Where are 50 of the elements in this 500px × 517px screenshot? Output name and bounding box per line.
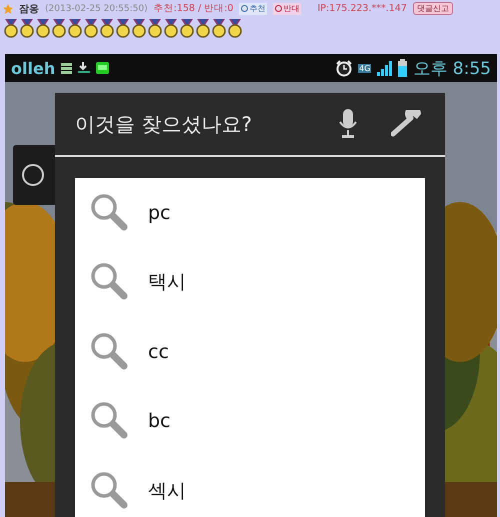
download-icon [78,62,90,74]
search-icon [90,262,130,302]
clock-time: 오후 8:55 [413,58,491,80]
search-icon [19,161,47,189]
medal-icon [131,18,147,38]
recommend-button[interactable]: 추천 [239,2,268,14]
oppose-button[interactable]: 반대 [273,2,302,14]
carrier-name: olleh [11,58,56,78]
alarm-clock-icon [336,60,352,76]
medal-icon [211,18,227,38]
medal-icon [51,18,67,38]
suggestion-text: pc [148,202,171,224]
search-icon [90,332,130,372]
medal-icon [83,18,99,38]
timestamp: (2013-02-25 20:55:50) [45,4,148,14]
medal-icon [99,18,115,38]
suggestion-text: bc [148,410,171,432]
medal-icon [19,18,35,38]
keyboard-icon [96,62,110,74]
suggestion-text: 섹시 [148,478,186,504]
star-icon [3,4,13,14]
battery-icon [398,59,408,77]
dialog-title: 이것을 찾으셨나요? [75,110,253,138]
medal-icon [67,18,83,38]
suggestion-item[interactable]: 택시 [75,248,425,317]
report-button[interactable]: 댓글신고 [412,2,453,15]
suggestion-item[interactable]: 섹시 [75,456,425,517]
medal-icon [35,18,51,38]
search-icon [90,192,130,233]
medal-icon [179,18,195,38]
network-badge: 4G [358,64,372,72]
medal-icon [3,18,19,38]
suggestion-text: 택시 [148,270,186,296]
suggestion-item[interactable]: cc [75,317,425,386]
medal-icon [227,18,243,38]
medal-icon [115,18,131,38]
suggestion-text: cc [148,340,169,363]
search-icon [90,470,130,511]
search-icon [90,401,130,442]
ip-address: IP:175.223.***.147 [317,3,407,14]
suggestion-item[interactable]: bc [75,386,425,456]
signal-icon [377,60,392,76]
vote-count: 추천:158 / 반대:0 [154,2,234,15]
suggestion-item[interactable]: pc [75,178,425,248]
medal-icon [195,18,211,38]
medal-icon [163,18,179,38]
author-name: 잠옹 [19,2,39,16]
medal-icon [147,18,163,38]
list-icon [61,62,72,74]
microphone-icon[interactable] [339,109,357,139]
